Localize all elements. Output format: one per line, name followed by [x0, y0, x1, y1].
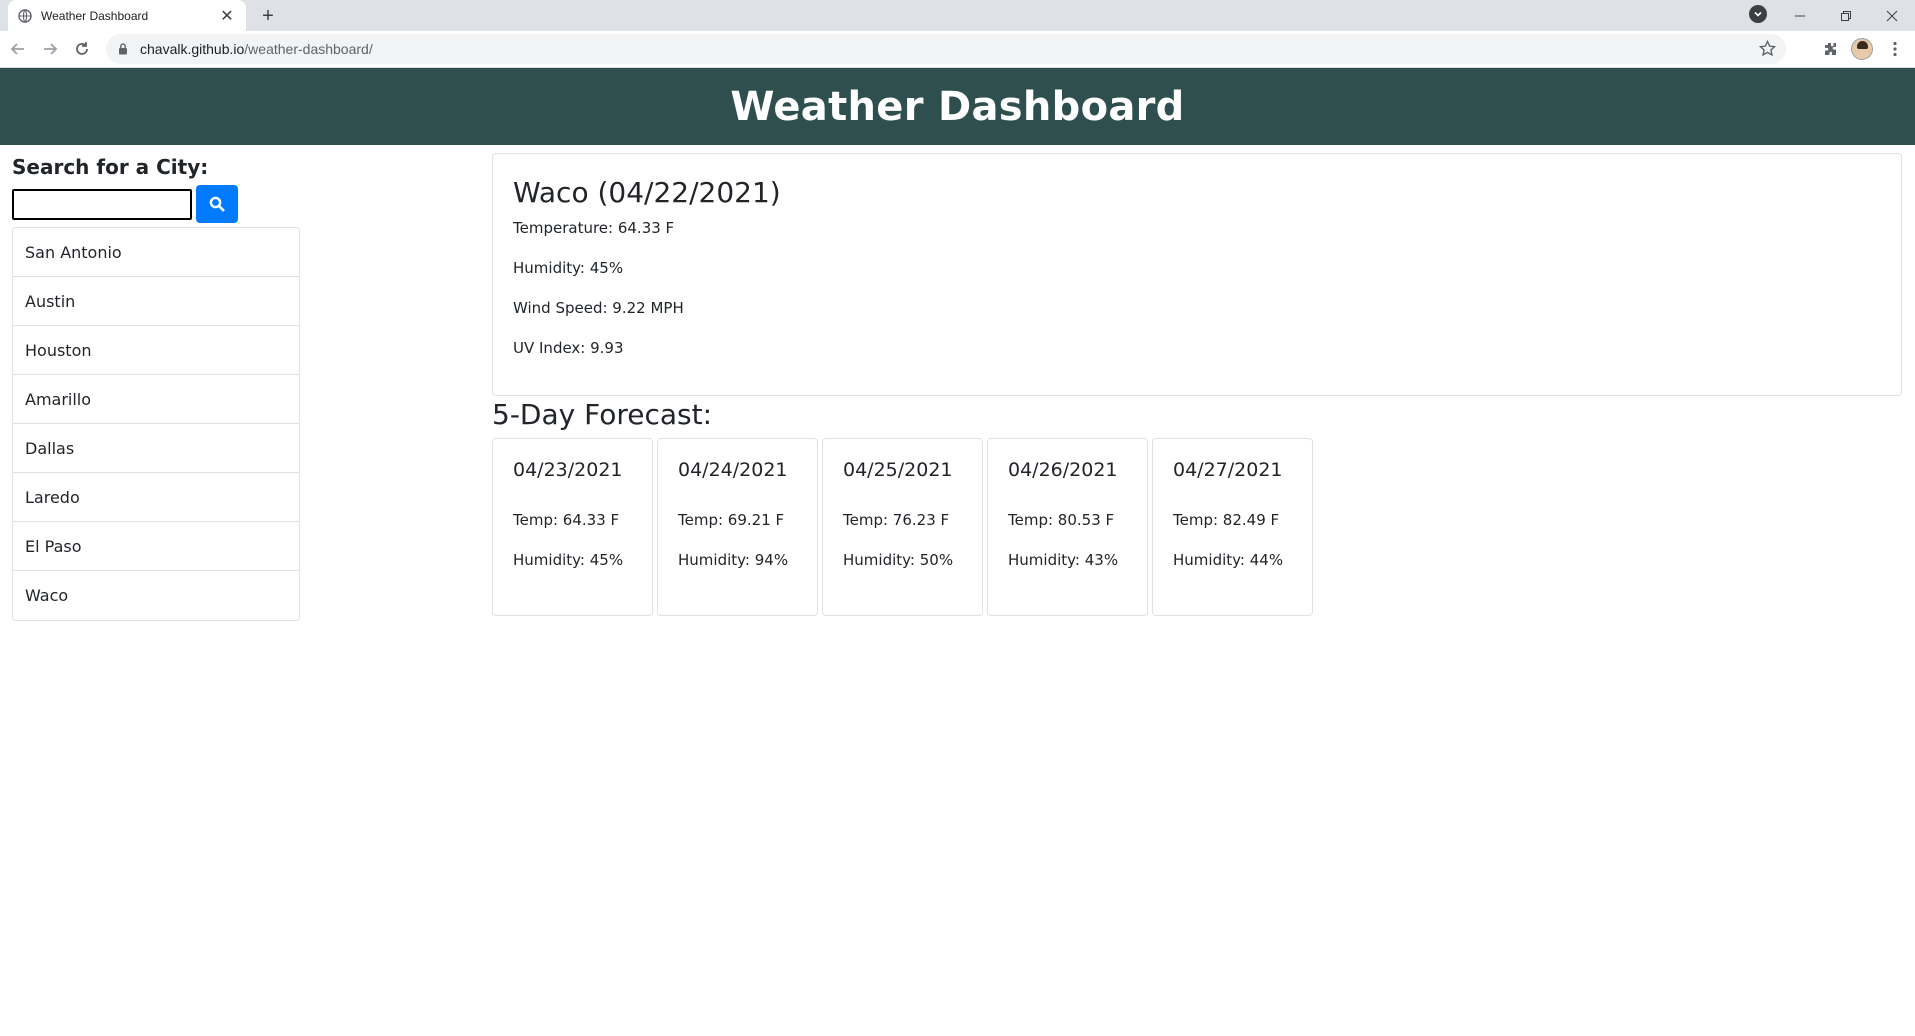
forecast-humidity: Humidity: 44%: [1173, 551, 1284, 569]
current-weather-card: Waco (04/22/2021) Temperature: 64.33 F H…: [492, 153, 1902, 396]
forecast-title: 5-Day Forecast:: [492, 398, 713, 431]
search-button[interactable]: [196, 185, 238, 223]
forecast-card: 04/25/2021 Temp: 76.23 F Humidity: 50%: [822, 438, 983, 616]
current-wind-speed: Wind Speed: 9.22 MPH: [513, 299, 684, 317]
reload-icon[interactable]: [70, 37, 94, 61]
forecast-date: 04/23/2021: [513, 459, 623, 481]
city-item-austin[interactable]: Austin: [13, 277, 299, 326]
city-item-san-antonio[interactable]: San Antonio: [13, 228, 299, 277]
url-path: /weather-dashboard/: [244, 41, 373, 57]
current-temperature: Temperature: 64.33 F: [513, 219, 675, 237]
forward-icon[interactable]: [38, 37, 62, 61]
extensions-icon[interactable]: [1818, 37, 1842, 61]
tab-search-icon[interactable]: [1749, 5, 1767, 23]
city-item-waco[interactable]: Waco: [13, 571, 299, 620]
current-city-heading: Waco (04/22/2021): [513, 176, 781, 209]
window-controls: [1777, 0, 1915, 31]
city-item-houston[interactable]: Houston: [13, 326, 299, 375]
browser-toolbar: chavalk.github.io /weather-dashboard/: [0, 31, 1915, 68]
forecast-temp: Temp: 64.33 F: [513, 511, 620, 529]
forecast-temp: Temp: 69.21 F: [678, 511, 785, 529]
page-title: Weather Dashboard: [730, 83, 1185, 130]
close-window-icon[interactable]: [1869, 0, 1915, 31]
forecast-temp: Temp: 80.53 F: [1008, 511, 1115, 529]
minimize-icon[interactable]: [1777, 0, 1823, 31]
kebab-menu-icon[interactable]: [1883, 37, 1907, 61]
forecast-temp: Temp: 82.49 F: [1173, 511, 1280, 529]
bookmark-star-icon[interactable]: [1758, 39, 1777, 62]
close-tab-icon[interactable]: ✕: [218, 7, 236, 25]
browser-tab[interactable]: Weather Dashboard ✕: [8, 0, 246, 31]
current-humidity: Humidity: 45%: [513, 259, 624, 277]
new-tab-button[interactable]: +: [256, 4, 280, 28]
search-history-list: San Antonio Austin Houston Amarillo Dall…: [12, 227, 300, 621]
globe-icon: [18, 8, 32, 23]
forecast-humidity: Humidity: 94%: [678, 551, 789, 569]
tab-title: Weather Dashboard: [41, 8, 149, 23]
search-icon: [209, 196, 225, 212]
lock-icon: [118, 43, 128, 55]
forecast-date: 04/27/2021: [1173, 459, 1283, 481]
forecast-temp: Temp: 76.23 F: [843, 511, 950, 529]
page-header: Weather Dashboard: [0, 68, 1915, 145]
current-uv-index: UV Index: 9.93: [513, 339, 624, 357]
forecast-humidity: Humidity: 45%: [513, 551, 624, 569]
forecast-card: 04/27/2021 Temp: 82.49 F Humidity: 44%: [1152, 438, 1313, 616]
search-sidebar: Search for a City: San Antonio Austin Ho…: [12, 155, 300, 621]
forecast-humidity: Humidity: 43%: [1008, 551, 1119, 569]
avatar: [1851, 38, 1873, 60]
forecast-cards: 04/23/2021 Temp: 64.33 F Humidity: 45% 0…: [492, 438, 1313, 616]
search-label: Search for a City:: [12, 155, 209, 179]
forecast-card: 04/23/2021 Temp: 64.33 F Humidity: 45%: [492, 438, 653, 616]
city-item-el-paso[interactable]: El Paso: [13, 522, 299, 571]
restore-icon[interactable]: [1823, 0, 1869, 31]
city-item-laredo[interactable]: Laredo: [13, 473, 299, 522]
back-icon[interactable]: [6, 37, 30, 61]
forecast-date: 04/26/2021: [1008, 459, 1118, 481]
city-search-input[interactable]: [12, 188, 192, 220]
city-item-dallas[interactable]: Dallas: [13, 424, 299, 473]
forecast-card: 04/26/2021 Temp: 80.53 F Humidity: 43%: [987, 438, 1148, 616]
forecast-date: 04/24/2021: [678, 459, 788, 481]
forecast-date: 04/25/2021: [843, 459, 953, 481]
search-row: [12, 185, 300, 223]
url-host: chavalk.github.io: [140, 41, 245, 57]
city-item-amarillo[interactable]: Amarillo: [13, 375, 299, 424]
page-content: Weather Dashboard Search for a City: San…: [0, 68, 1915, 1036]
forecast-humidity: Humidity: 50%: [843, 551, 954, 569]
profile-avatar[interactable]: [1850, 37, 1874, 61]
browser-tab-strip: Weather Dashboard ✕ +: [0, 0, 1915, 31]
address-bar[interactable]: chavalk.github.io /weather-dashboard/: [106, 34, 1786, 64]
forecast-card: 04/24/2021 Temp: 69.21 F Humidity: 94%: [657, 438, 818, 616]
